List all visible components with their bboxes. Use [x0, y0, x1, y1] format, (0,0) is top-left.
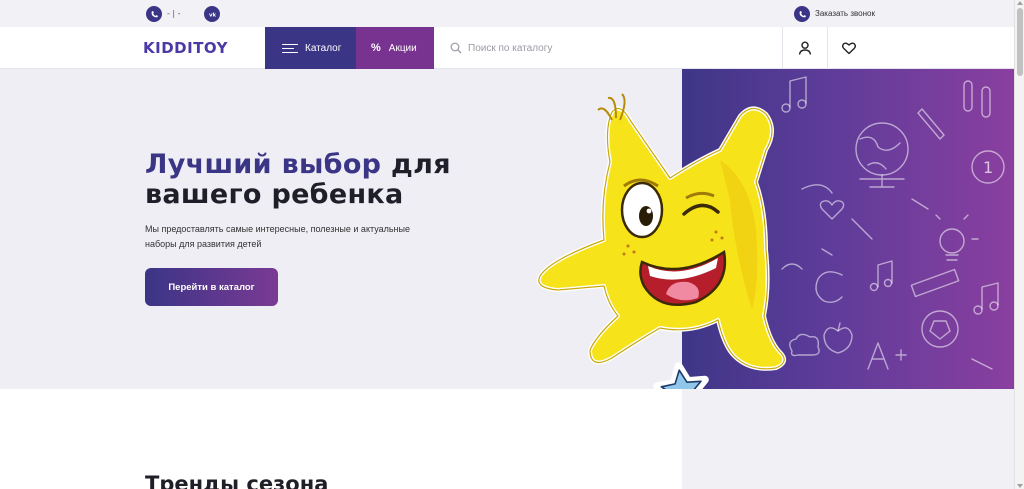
search-input[interactable]: [468, 42, 768, 54]
logo-text: KIDDITOY: [143, 39, 228, 57]
catalog-button[interactable]: Каталог: [265, 27, 356, 69]
svg-text:1: 1: [983, 158, 993, 177]
promo-label: Акции: [388, 42, 417, 54]
scroll-down-arrow-icon[interactable]: [1017, 484, 1023, 488]
header-divider: [827, 27, 828, 69]
hero-title-accent: Лучший выбор: [145, 149, 382, 180]
promo-button[interactable]: % Акции: [356, 27, 434, 69]
star-mascot-illustration: [536, 93, 787, 418]
percent-icon: %: [371, 42, 381, 54]
phone-number-text[interactable]: - | -: [167, 9, 181, 18]
trends-side-panel: [682, 389, 1014, 489]
logo[interactable]: KIDDITOY: [143, 39, 228, 57]
menu-icon: [282, 43, 298, 53]
user-icon[interactable]: [797, 40, 813, 56]
phone-icon[interactable]: [146, 6, 162, 22]
heart-icon[interactable]: [841, 40, 857, 56]
header-divider: [782, 27, 783, 69]
search-icon: [450, 42, 462, 54]
trends-title: Тренды сезона: [145, 472, 329, 489]
scroll-up-arrow-icon[interactable]: [1017, 1, 1023, 5]
go-to-catalog-button[interactable]: Перейти в каталог: [145, 268, 278, 306]
svg-text:vk: vk: [208, 12, 216, 18]
hero-title: Лучший выбор для вашего ребенка: [145, 150, 505, 210]
vk-icon[interactable]: vk: [204, 6, 220, 22]
hero-subtitle: Мы предоставлять самые интересные, полез…: [145, 224, 410, 249]
main-header: KIDDITOY Каталог % Акции: [0, 27, 1014, 69]
callback-link[interactable]: Заказать звонок: [815, 9, 875, 18]
top-bar: - | - vk Заказать звонок: [0, 0, 1014, 27]
search-bar[interactable]: [434, 27, 782, 69]
page: - | - vk Заказать звонок KIDDITOY Катало…: [0, 0, 1024, 489]
scroll-thumb[interactable]: [1017, 8, 1023, 76]
page-scrollbar[interactable]: [1014, 0, 1024, 489]
catalog-label: Каталог: [305, 42, 342, 54]
phone-icon[interactable]: [794, 6, 810, 22]
